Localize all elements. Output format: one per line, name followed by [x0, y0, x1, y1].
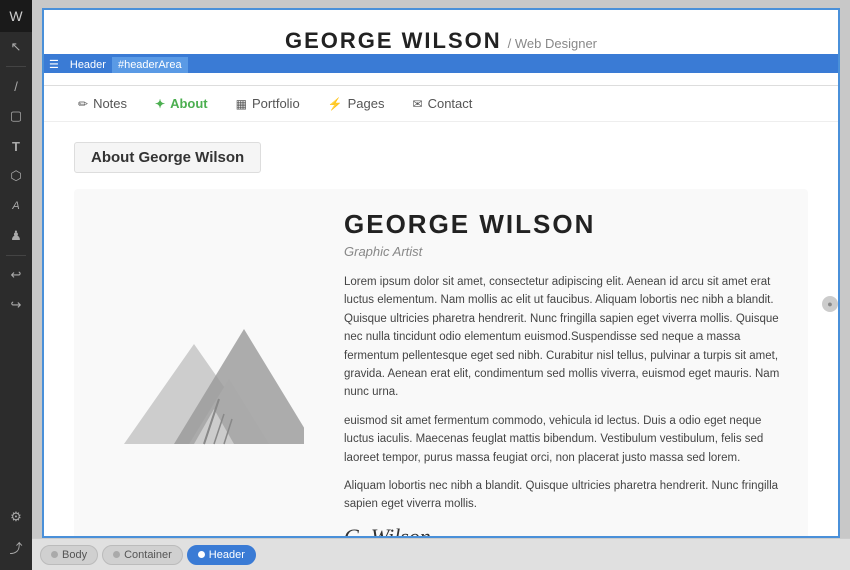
about-icon: ✦ [155, 97, 165, 111]
sidebar-divider2 [6, 255, 26, 256]
site-subtitle: / Web Designer [508, 36, 597, 51]
about-text: GEORGE WILSON Graphic Artist Lorem ipsum… [344, 209, 788, 536]
body-dot [51, 551, 58, 558]
mountain-svg [104, 299, 304, 459]
main-area: GEORGE WILSON / Web Designer ☰ Header #he… [32, 0, 850, 570]
undo-icon[interactable]: ↩ [0, 260, 32, 290]
portfolio-icon: ▦ [236, 97, 247, 111]
preview-frame: GEORGE WILSON / Web Designer ☰ Header #he… [42, 8, 840, 538]
mountain-illustration [94, 209, 314, 536]
redo-icon[interactable]: ↪ [0, 290, 32, 320]
nav-item-notes[interactable]: ✏ Notes [64, 86, 141, 121]
header-tag-label[interactable]: Header [64, 57, 112, 73]
container-dot [113, 551, 120, 558]
site-header: GEORGE WILSON / Web Designer ☰ Header #he… [44, 10, 838, 86]
bottom-tag-container-label: Container [124, 549, 172, 561]
contact-icon: ✉ [413, 97, 423, 111]
about-body-2: euismod sit amet fermentum commodo, vehi… [344, 412, 788, 467]
nav-item-about[interactable]: ✦ About [141, 86, 222, 121]
box-icon[interactable]: ⬡ [0, 161, 32, 191]
site-nav: ✏ Notes ✦ About ▦ Portfolio ⚡ Pages ✉ [44, 86, 838, 122]
nav-item-pages[interactable]: ⚡ Pages [314, 86, 399, 121]
bottom-tag-header-label: Header [209, 549, 245, 561]
nav-label-contact: Contact [428, 96, 473, 111]
sidebar-logo: W [0, 0, 32, 32]
text-icon[interactable]: T [0, 131, 32, 161]
site-title: GEORGE WILSON [285, 28, 502, 53]
nav-label-portfolio: Portfolio [252, 96, 300, 111]
figure-icon[interactable]: ♟ [0, 221, 32, 251]
share-icon[interactable]: ⤴ [0, 532, 32, 562]
sidebar: W ↖ / ▢ T ⬡ A ♟ ↩ ↪ ⚙ ⤴ [0, 0, 32, 570]
nav-item-contact[interactable]: ✉ Contact [399, 86, 487, 121]
bottom-tag-container[interactable]: Container [102, 545, 183, 565]
sidebar-divider [6, 66, 26, 67]
slash-icon[interactable]: / [0, 71, 32, 101]
settings-icon[interactable]: ⚙ [0, 502, 32, 532]
nav-label-notes: Notes [93, 96, 127, 111]
about-signature: G. Wilson [344, 524, 788, 536]
section-heading: About George Wilson [74, 142, 261, 173]
letter-icon[interactable]: A [0, 191, 32, 221]
header-dot [198, 551, 205, 558]
header-tag-bar: ☰ Header #headerArea [44, 54, 838, 73]
header-tag-id[interactable]: #headerArea [112, 57, 188, 73]
about-body-1: Lorem ipsum dolor sit amet, consectetur … [344, 273, 788, 402]
about-section: GEORGE WILSON Graphic Artist Lorem ipsum… [74, 189, 808, 536]
about-title: Graphic Artist [344, 244, 788, 259]
bottom-tag-header[interactable]: Header [187, 545, 256, 565]
scroll-indicator[interactable]: ● [822, 296, 838, 312]
bottom-tag-body[interactable]: Body [40, 545, 98, 565]
notes-icon: ✏ [78, 97, 88, 111]
nav-item-portfolio[interactable]: ▦ Portfolio [222, 86, 314, 121]
nav-label-pages: Pages [348, 96, 385, 111]
site-content: About George Wilson [44, 122, 838, 536]
bottom-bar: Body Container Header [32, 538, 850, 570]
square-icon[interactable]: ▢ [0, 101, 32, 131]
cursor-icon[interactable]: ↖ [0, 32, 32, 62]
about-body-3: Aliquam lobortis nec nibh a blandit. Qui… [344, 477, 788, 514]
hamburger-icon[interactable]: ☰ [44, 56, 64, 73]
about-name: GEORGE WILSON [344, 209, 788, 240]
nav-label-about: About [170, 96, 208, 111]
bottom-tag-body-label: Body [62, 549, 87, 561]
pages-icon: ⚡ [328, 97, 343, 111]
editor-area: GEORGE WILSON / Web Designer ☰ Header #he… [32, 0, 850, 538]
